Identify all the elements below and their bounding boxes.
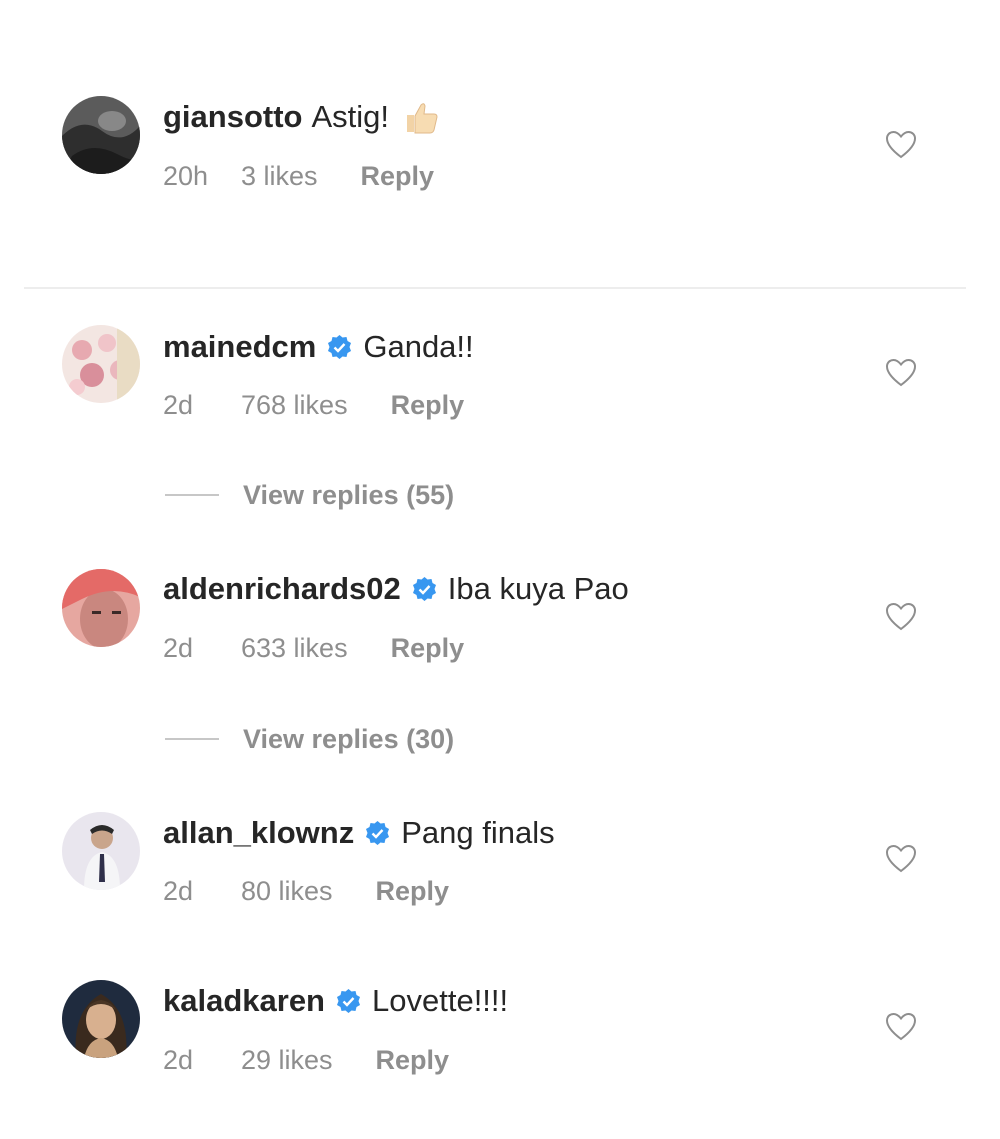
comment-text: Lovette!!!!: [372, 983, 509, 1018]
username[interactable]: mainedcm: [163, 327, 316, 367]
comment-meta: 20h 3 likes Reply: [163, 158, 434, 194]
replies-line: [165, 494, 219, 496]
comment-line: allan_klownz Pang finals: [163, 813, 555, 853]
reply-button[interactable]: Reply: [391, 387, 465, 423]
comment-text: Iba kuya Pao: [447, 571, 629, 606]
likes-count[interactable]: 80 likes: [241, 873, 333, 909]
comment-meta: 2d 768 likes Reply: [163, 387, 464, 423]
comment-line: giansotto Astig!: [163, 97, 441, 137]
reply-button[interactable]: Reply: [361, 158, 435, 194]
heart-outline-icon[interactable]: [884, 600, 918, 634]
likes-count[interactable]: 29 likes: [241, 1042, 333, 1078]
username[interactable]: aldenrichards02: [163, 569, 401, 609]
avatar[interactable]: [62, 812, 140, 890]
comment-text: Pang finals: [401, 815, 555, 850]
heart-outline-icon[interactable]: [884, 1010, 918, 1044]
timestamp: 2d: [163, 1045, 194, 1075]
reply-button[interactable]: Reply: [376, 873, 450, 909]
comment-text: Ganda!!: [363, 329, 474, 364]
comment-meta: 2d 80 likes Reply: [163, 873, 449, 909]
verified-badge-icon: [335, 988, 362, 1015]
timestamp: 2d: [163, 633, 194, 663]
likes-count[interactable]: 633 likes: [241, 630, 348, 666]
likes-count[interactable]: 3 likes: [241, 158, 318, 194]
replies-line: [165, 738, 219, 740]
timestamp: 2d: [163, 390, 194, 420]
thumbs-up-icon: [401, 97, 441, 137]
avatar[interactable]: [62, 980, 140, 1058]
comment-line: mainedcm Ganda!!: [163, 327, 474, 367]
reply-button[interactable]: Reply: [376, 1042, 450, 1078]
timestamp: 2d: [163, 876, 194, 906]
avatar[interactable]: [62, 569, 140, 647]
verified-badge-icon: [411, 576, 438, 603]
divider: [24, 287, 966, 289]
view-replies-button[interactable]: View replies (55): [165, 477, 454, 513]
view-replies-label[interactable]: View replies (30): [243, 721, 454, 757]
comment-meta: 2d 633 likes Reply: [163, 630, 464, 666]
view-replies-label[interactable]: View replies (55): [243, 477, 454, 513]
verified-badge-icon: [364, 820, 391, 847]
username[interactable]: giansotto: [163, 97, 303, 137]
heart-outline-icon[interactable]: [884, 128, 918, 162]
verified-badge-icon: [326, 334, 353, 361]
heart-outline-icon[interactable]: [884, 356, 918, 390]
comment-text: Astig!: [311, 99, 390, 134]
timestamp: 20h: [163, 161, 209, 191]
reply-button[interactable]: Reply: [391, 630, 465, 666]
avatar[interactable]: [62, 325, 140, 403]
heart-outline-icon[interactable]: [884, 842, 918, 876]
avatar[interactable]: [62, 96, 140, 174]
comment-meta: 2d 29 likes Reply: [163, 1042, 449, 1078]
comment-line: aldenrichards02 Iba kuya Pao: [163, 569, 629, 609]
username[interactable]: allan_klownz: [163, 813, 354, 853]
view-replies-button[interactable]: View replies (30): [165, 721, 454, 757]
likes-count[interactable]: 768 likes: [241, 387, 348, 423]
username[interactable]: kaladkaren: [163, 981, 325, 1021]
comment-line: kaladkaren Lovette!!!!: [163, 981, 508, 1021]
